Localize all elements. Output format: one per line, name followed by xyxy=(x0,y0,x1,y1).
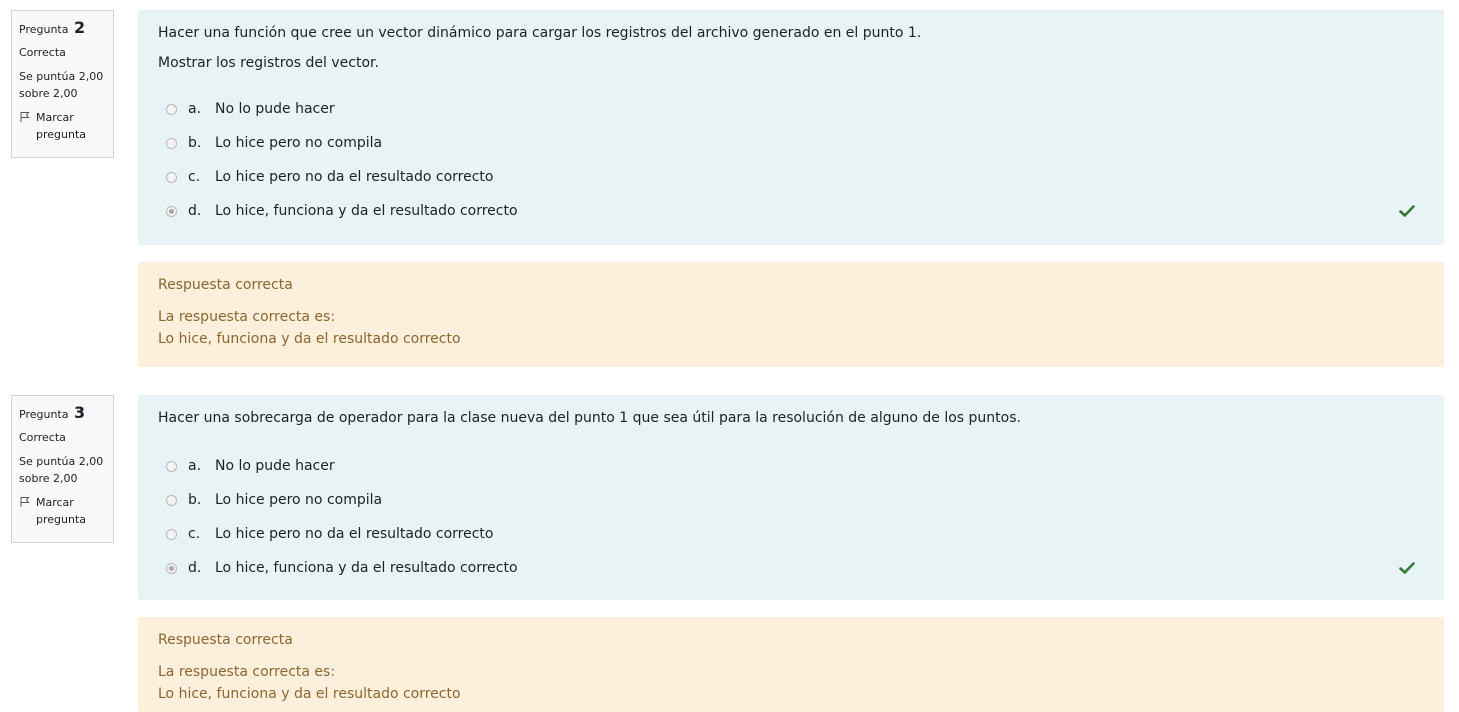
radio-button-selected[interactable] xyxy=(166,205,177,217)
question-info: Pregunta 3 Correcta Se puntúa 2,00 sobre… xyxy=(11,395,114,543)
option-text: Lo hice pero no compila xyxy=(215,135,383,151)
radio-button[interactable] xyxy=(166,528,177,540)
feedback-correct-answer: Lo hice, funciona y da el resultado corr… xyxy=(158,686,461,702)
answer-option-c[interactable]: c. Lo hice pero no da el resultado corre… xyxy=(166,517,1424,551)
feedback-intro: La respuesta correcta es: xyxy=(158,664,336,680)
option-letter: c. xyxy=(188,526,201,542)
feedback-title: Respuesta correcta xyxy=(158,632,293,648)
question-grade: Se puntúa 2,00 sobre 2,00 xyxy=(19,455,104,485)
question-text: Hacer una función que cree un vector din… xyxy=(158,24,1424,72)
answer-option-a[interactable]: a. No lo pude hacer xyxy=(166,449,1424,483)
answer-option-a[interactable]: a. No lo pude hacer xyxy=(166,92,1424,126)
radio-button[interactable] xyxy=(166,460,177,472)
radio-button[interactable] xyxy=(166,171,177,183)
flag-question-button[interactable]: Marcar pregunta xyxy=(19,494,106,528)
flag-icon xyxy=(20,112,30,122)
answer-feedback: Respuesta correcta La respuesta correcta… xyxy=(138,262,1444,367)
question-number: Pregunta 2 xyxy=(19,19,106,38)
question-state: Correcta xyxy=(19,46,66,59)
answer-option-d[interactable]: d. Lo hice, funciona y da el resultado c… xyxy=(166,551,1424,585)
option-letter: a. xyxy=(188,101,202,117)
option-letter: d. xyxy=(188,560,202,576)
option-letter: c. xyxy=(188,169,201,185)
answer-feedback: Respuesta correcta La respuesta correcta… xyxy=(138,617,1444,712)
radio-button[interactable] xyxy=(166,103,177,115)
feedback-correct-answer: Lo hice, funciona y da el resultado corr… xyxy=(158,331,461,347)
question-label: Pregunta xyxy=(19,23,69,36)
question-label: Pregunta xyxy=(19,408,69,421)
question-state: Correcta xyxy=(19,431,66,444)
flag-question-label: Marcar pregunta xyxy=(36,496,87,526)
radio-button[interactable] xyxy=(166,137,177,149)
question-text: Hacer una sobrecarga de operador para la… xyxy=(158,409,1424,427)
option-letter: d. xyxy=(188,203,202,219)
option-text: Lo hice pero no compila xyxy=(215,492,383,508)
option-letter: a. xyxy=(188,458,202,474)
option-letter: b. xyxy=(188,135,202,151)
radio-button-selected[interactable] xyxy=(166,562,177,574)
question-num: 3 xyxy=(73,403,86,422)
option-text: Lo hice pero no da el resultado correcto xyxy=(215,169,494,185)
question-formulation: Hacer una función que cree un vector din… xyxy=(138,10,1444,245)
flag-question-label: Marcar pregunta xyxy=(36,111,87,141)
question-text-line: Hacer una sobrecarga de operador para la… xyxy=(158,410,1021,426)
flag-question-button[interactable]: Marcar pregunta xyxy=(19,109,106,143)
option-text: No lo pude hacer xyxy=(215,101,335,117)
option-text: Lo hice, funciona y da el resultado corr… xyxy=(215,203,518,219)
feedback-intro: La respuesta correcta es: xyxy=(158,309,336,325)
answer-options: a. No lo pude hacer b. Lo hice pero no c… xyxy=(158,92,1424,228)
question-text-line: Hacer una función que cree un vector din… xyxy=(158,25,922,41)
question-formulation: Hacer una sobrecarga de operador para la… xyxy=(138,395,1444,600)
answer-option-c[interactable]: c. Lo hice pero no da el resultado corre… xyxy=(166,160,1424,194)
flag-icon xyxy=(20,497,30,507)
check-icon xyxy=(1399,205,1415,217)
option-text: Lo hice pero no da el resultado correcto xyxy=(215,526,494,542)
question-grade: Se puntúa 2,00 sobre 2,00 xyxy=(19,70,104,100)
question-text-line: Mostrar los registros del vector. xyxy=(158,55,379,71)
option-text: Lo hice, funciona y da el resultado corr… xyxy=(215,560,518,576)
answer-option-b[interactable]: b. Lo hice pero no compila xyxy=(166,126,1424,160)
question-info: Pregunta 2 Correcta Se puntúa 2,00 sobre… xyxy=(11,10,114,158)
option-text: No lo pude hacer xyxy=(215,458,335,474)
answer-option-d[interactable]: d. Lo hice, funciona y da el resultado c… xyxy=(166,194,1424,228)
radio-button[interactable] xyxy=(166,494,177,506)
check-icon xyxy=(1399,562,1415,574)
answer-options: a. No lo pude hacer b. Lo hice pero no c… xyxy=(158,449,1424,585)
question-number: Pregunta 3 xyxy=(19,404,106,423)
feedback-title: Respuesta correcta xyxy=(158,277,293,293)
option-letter: b. xyxy=(188,492,202,508)
question-num: 2 xyxy=(73,18,86,37)
answer-option-b[interactable]: b. Lo hice pero no compila xyxy=(166,483,1424,517)
